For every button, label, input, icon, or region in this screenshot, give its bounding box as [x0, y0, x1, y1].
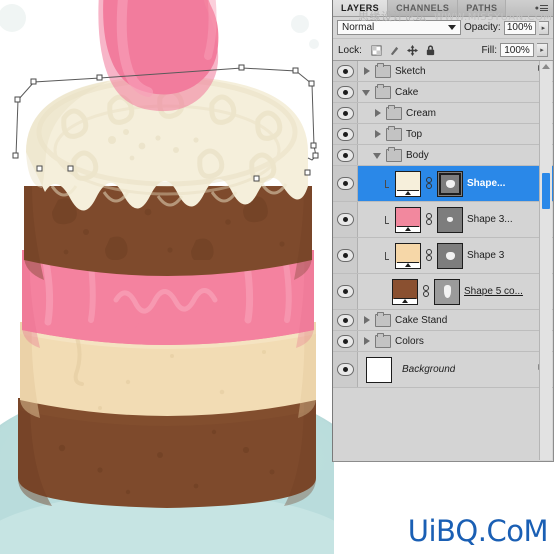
layer-thumbnail[interactable] [395, 170, 421, 197]
vector-mask-thumbnail[interactable] [437, 242, 463, 269]
layer-row-shape3-dots[interactable]: Shape 3... [333, 202, 553, 238]
visibility-toggle[interactable] [333, 274, 358, 309]
layer-row-cake[interactable]: Cake [333, 82, 553, 103]
chevron-right-icon[interactable] [362, 315, 371, 325]
tab-channels[interactable]: CHANNELS [388, 0, 459, 16]
visibility-toggle[interactable] [333, 352, 358, 387]
visibility-toggle[interactable] [333, 310, 358, 330]
folder-icon [375, 83, 391, 99]
link-icon[interactable] [425, 176, 433, 191]
fill-label: Fill: [481, 44, 497, 56]
layer-row-body[interactable]: Body [333, 145, 553, 166]
layer-name[interactable]: Top [406, 129, 422, 140]
visibility-toggle[interactable] [333, 82, 358, 102]
tab-paths[interactable]: PATHS [458, 0, 507, 16]
folder-icon [375, 332, 391, 348]
layer-row-shape3[interactable]: Shape 3 [333, 238, 553, 274]
layer-row-cake-stand[interactable]: Cake Stand [333, 310, 553, 331]
folder-icon [375, 311, 391, 327]
layer-list[interactable]: Sketch Cake Cream Top Body Shape... Shap… [333, 60, 553, 461]
layer-row-colors[interactable]: Colors [333, 331, 553, 352]
vector-mask-thumbnail[interactable] [434, 278, 460, 305]
panel-tab-strip[interactable]: LAYERS CHANNELS PATHS ● [333, 0, 553, 17]
layers-panel[interactable]: LAYERS CHANNELS PATHS ● Normal Opacity: … [332, 0, 554, 462]
layer-name-editing[interactable]: Shape 5 co... [464, 286, 523, 297]
chevron-down-icon[interactable] [362, 88, 371, 97]
blend-mode-select[interactable]: Normal [337, 20, 461, 35]
folder-icon [386, 104, 402, 120]
chevron-right-icon[interactable] [362, 336, 371, 346]
layer-thumbnail[interactable] [366, 356, 392, 383]
visibility-toggle[interactable] [333, 61, 358, 81]
layer-name[interactable]: Shape... [467, 178, 505, 189]
scroll-up-icon[interactable] [542, 64, 550, 69]
link-icon[interactable] [425, 212, 433, 227]
transparency-lock-icon[interactable] [371, 44, 382, 56]
link-arrow-icon [384, 179, 391, 189]
layer-name[interactable]: Cake [395, 87, 418, 98]
fill-input[interactable]: 100% [500, 43, 534, 57]
link-icon[interactable] [425, 248, 433, 263]
tab-layers[interactable]: LAYERS [333, 0, 389, 16]
layer-row-background[interactable]: Background [333, 352, 553, 388]
visibility-toggle[interactable] [333, 331, 358, 351]
folder-icon [375, 62, 391, 78]
link-arrow-icon [384, 251, 391, 261]
layer-name[interactable]: Shape 3 [467, 250, 504, 261]
opacity-input[interactable]: 100% [503, 20, 536, 35]
visibility-toggle[interactable] [333, 145, 358, 165]
all-lock-icon[interactable] [425, 44, 436, 56]
layer-name[interactable]: Sketch [395, 66, 426, 77]
cake-illustration [0, 0, 334, 554]
visibility-toggle[interactable] [333, 238, 358, 273]
layer-name[interactable]: Cake Stand [395, 315, 447, 326]
vector-mask-thumbnail[interactable] [437, 206, 463, 233]
chevron-down-icon[interactable] [448, 25, 456, 30]
layer-name[interactable]: Background [402, 364, 455, 375]
panel-menu-icon[interactable]: ● [535, 0, 553, 16]
layer-list-scrollbar[interactable] [539, 61, 552, 460]
layer-row-top[interactable]: Top [333, 124, 553, 145]
visibility-toggle[interactable] [333, 166, 358, 201]
folder-icon [386, 125, 402, 141]
layer-row-shape-selected[interactable]: Shape... [333, 166, 553, 202]
layer-row-shape5-copy[interactable]: Shape 5 co... [333, 274, 553, 310]
visibility-toggle[interactable] [333, 202, 358, 237]
link-arrow-icon [384, 215, 391, 225]
layer-name[interactable]: Body [406, 150, 429, 161]
layer-thumbnail[interactable] [395, 242, 421, 269]
layer-name[interactable]: Cream [406, 108, 436, 119]
chevron-right-icon[interactable] [373, 108, 382, 118]
blend-mode-value: Normal [342, 22, 375, 33]
lock-row[interactable]: Lock: Fill: 100% ▸ [333, 39, 553, 62]
blend-mode-row[interactable]: Normal Opacity: 100% ▸ [333, 17, 553, 39]
fill-stepper[interactable]: ▸ [537, 43, 548, 57]
opacity-label: Opacity: [464, 22, 501, 33]
layer-name[interactable]: Colors [395, 336, 424, 347]
chevron-right-icon[interactable] [373, 129, 382, 139]
document-canvas[interactable] [0, 0, 334, 554]
folder-icon [386, 146, 402, 162]
chevron-right-icon[interactable] [362, 66, 371, 76]
layer-thumbnail[interactable] [395, 206, 421, 233]
layer-row-sketch[interactable]: Sketch [333, 61, 553, 82]
layer-thumbnail[interactable] [392, 278, 418, 305]
layer-row-cream[interactable]: Cream [333, 103, 553, 124]
chevron-down-icon[interactable] [373, 151, 382, 160]
layer-name[interactable]: Shape 3... [467, 214, 513, 225]
lock-label: Lock: [338, 44, 362, 56]
position-lock-icon[interactable] [406, 44, 418, 56]
vector-mask-thumbnail[interactable] [437, 170, 463, 197]
image-lock-icon[interactable] [389, 45, 400, 56]
scroll-thumb[interactable] [542, 173, 550, 209]
opacity-stepper[interactable]: ▸ [538, 20, 549, 35]
visibility-toggle[interactable] [333, 124, 358, 144]
visibility-toggle[interactable] [333, 103, 358, 123]
site-watermark-bottom: UiBQ.CoM [407, 514, 549, 548]
link-icon[interactable] [422, 284, 430, 299]
